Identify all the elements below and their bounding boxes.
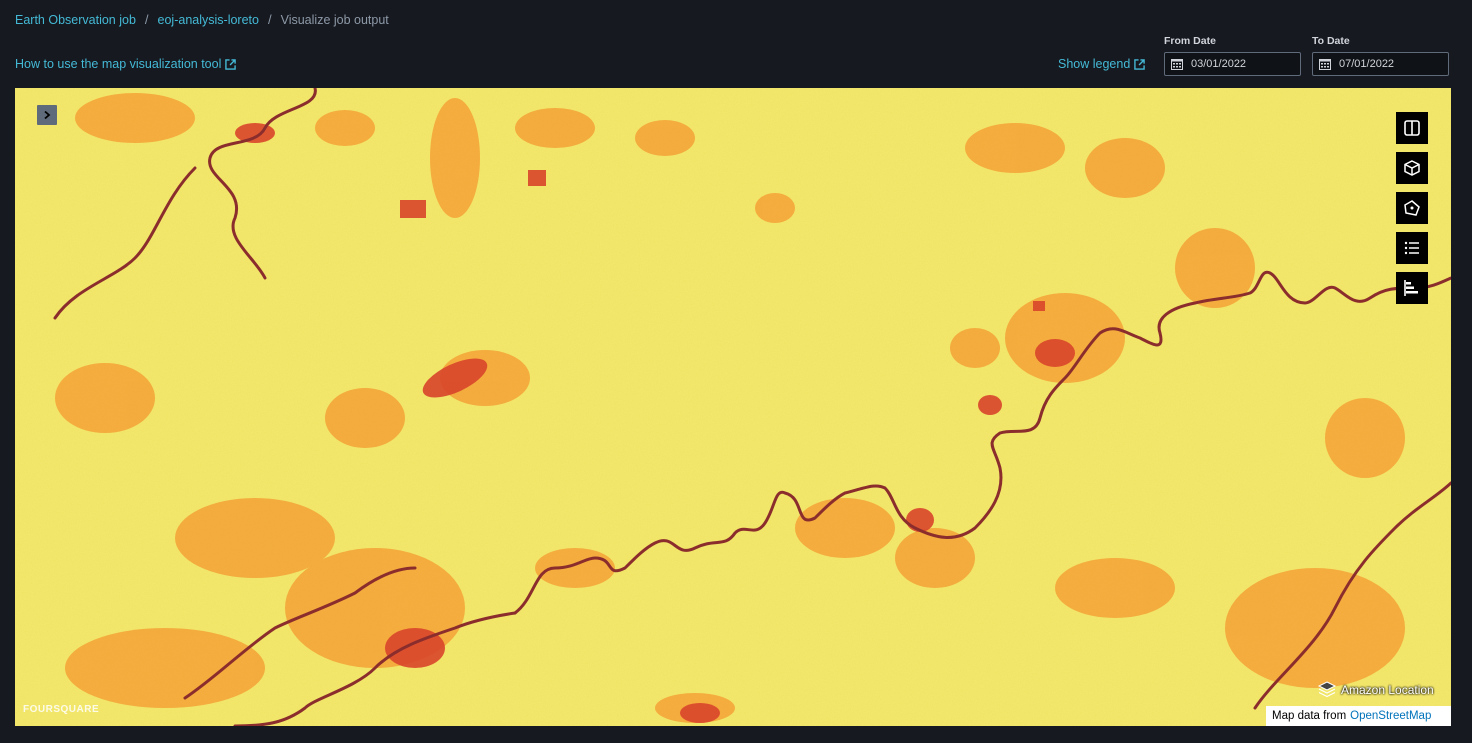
calendar-icon (1171, 59, 1183, 70)
from-date-value: 03/01/2022 (1191, 58, 1247, 70)
bar-chart-icon (1404, 280, 1418, 296)
attribution-prefix: Map data from (1272, 710, 1347, 722)
to-date-label: To Date (1312, 35, 1350, 47)
map-canvas[interactable]: FOURSQUARE Amazon Location Map data from… (15, 88, 1451, 726)
to-date-value: 07/01/2022 (1339, 58, 1395, 70)
breadcrumb: Earth Observation job / eoj-analysis-lor… (15, 12, 389, 27)
legend-link-label: Show legend (1058, 57, 1131, 71)
to-date-input[interactable]: 07/01/2022 (1312, 52, 1449, 76)
breadcrumb-job-name[interactable]: eoj-analysis-loreto (158, 13, 259, 27)
external-link-icon (225, 58, 237, 70)
split-view-button[interactable] (1396, 112, 1428, 144)
help-link-label: How to use the map visualization tool (15, 57, 222, 71)
map-attribution: Map data from OpenStreetMap (1266, 706, 1451, 726)
breadcrumb-current: Visualize job output (280, 12, 389, 27)
map-tool-help-link[interactable]: How to use the map visualization tool (15, 57, 237, 71)
draw-polygon-button[interactable] (1396, 192, 1428, 224)
expand-sidebar-button[interactable] (37, 105, 57, 125)
breadcrumb-separator: / (267, 12, 272, 27)
external-link-icon (1134, 58, 1146, 70)
split-view-icon (1404, 120, 1420, 136)
from-date-input[interactable]: 03/01/2022 (1164, 52, 1301, 76)
map-toolbar (1396, 112, 1428, 304)
layer-list-icon (1404, 241, 1419, 255)
calendar-icon (1319, 59, 1331, 70)
satellite-raster-layer (15, 88, 1451, 726)
breadcrumb-separator: / (144, 12, 149, 27)
from-date-label: From Date (1164, 35, 1216, 47)
3d-cube-icon (1404, 160, 1420, 176)
amazon-location-label: Amazon Location (1341, 683, 1434, 697)
amazon-location-logo: Amazon Location (1317, 681, 1434, 699)
foursquare-watermark: FOURSQUARE (23, 704, 100, 715)
layers-list-button[interactable] (1396, 232, 1428, 264)
openstreetmap-link[interactable]: OpenStreetMap (1350, 710, 1431, 722)
chevron-right-icon (44, 110, 51, 120)
3d-view-button[interactable] (1396, 152, 1428, 184)
polygon-draw-icon (1404, 200, 1420, 216)
show-legend-link[interactable]: Show legend (1058, 57, 1146, 71)
amazon-location-icon (1317, 681, 1337, 698)
breadcrumb-earth-observation-job[interactable]: Earth Observation job (15, 13, 136, 27)
chart-view-button[interactable] (1396, 272, 1428, 304)
